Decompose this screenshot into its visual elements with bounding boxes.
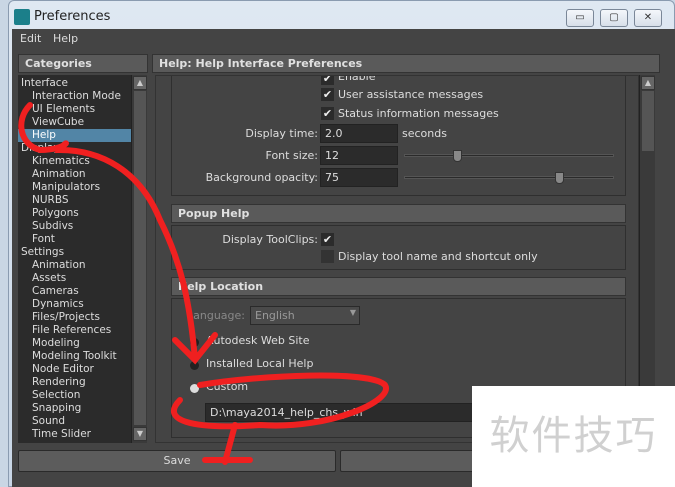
- watermark: 软件技巧: [472, 386, 675, 487]
- annotation-stroke: [18, 102, 389, 465]
